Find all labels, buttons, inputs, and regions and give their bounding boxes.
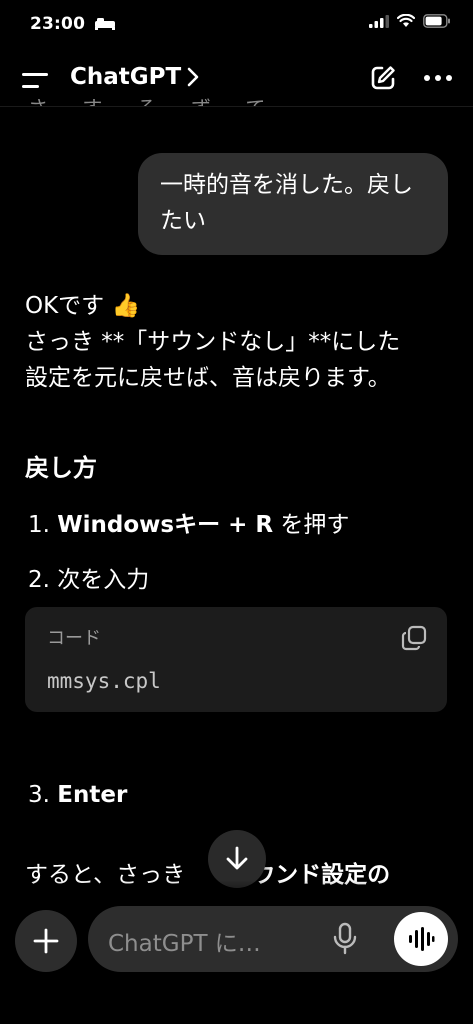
menu-icon[interactable] — [20, 70, 50, 94]
input-placeholder: ChatGPT に… — [108, 931, 261, 957]
message-input[interactable]: ChatGPT に… — [88, 906, 458, 972]
assistant-line-1: OKです 👍 — [25, 293, 141, 319]
new-chat-icon[interactable] — [369, 64, 397, 92]
step-3: 3. Enter — [28, 782, 127, 808]
step-3-number: 3. — [28, 782, 50, 808]
voice-mode-icon — [409, 927, 435, 951]
step-2: 2. 次を入力 — [28, 560, 149, 594]
section-title: 戻し方 — [25, 454, 97, 482]
cellular-signal-icon — [369, 14, 389, 28]
step-1-number: 1. — [28, 512, 50, 538]
step-2-text: 次を入力 — [57, 567, 150, 593]
assistant-line-2: さっき **「サウンドなし」**にした — [25, 329, 401, 355]
status-time: 23:00 — [30, 14, 116, 34]
assistant-line-3: 設定を元に戻せば、音は戻ります。 — [25, 365, 391, 391]
step-3-key: Enter — [57, 782, 128, 808]
code-text: mmsys.cpl — [47, 669, 161, 693]
header-divider — [0, 106, 473, 107]
code-block: コード mmsys.cpl — [25, 607, 447, 712]
sleep-mode-icon — [95, 18, 116, 30]
attach-button[interactable] — [15, 910, 77, 972]
header-title[interactable]: ChatGPT — [70, 64, 199, 90]
step-1: 1. Windowsキー + R を押す — [28, 505, 349, 539]
mic-icon[interactable] — [332, 922, 358, 956]
battery-icon — [423, 14, 450, 28]
status-icons — [369, 14, 451, 28]
plus-icon — [33, 928, 59, 954]
more-icon[interactable] — [423, 68, 453, 88]
step-2-number: 2. — [28, 567, 50, 593]
user-message-bubble: 一時的音を消した。戻したい — [138, 153, 448, 255]
step-1-keys: Windowsキー + R — [57, 512, 274, 538]
copy-icon[interactable] — [401, 625, 427, 651]
assistant-message: OKです 👍 さっき **「サウンドなし」**にした 設定を元に戻せば、音は戻り… — [25, 288, 455, 396]
step-1-text: を押す — [273, 512, 350, 538]
scrolled-text-peek: さ す る ず て — [28, 92, 279, 106]
code-label: コード — [47, 628, 101, 649]
wifi-icon — [397, 14, 415, 27]
chevron-right-icon — [187, 67, 199, 87]
voice-mode-button[interactable] — [394, 912, 448, 966]
arrow-down-icon — [226, 846, 248, 870]
